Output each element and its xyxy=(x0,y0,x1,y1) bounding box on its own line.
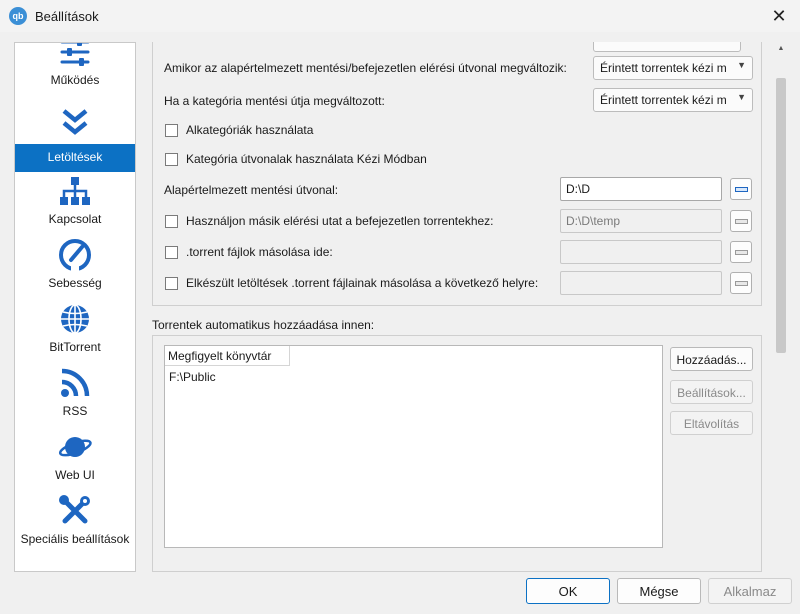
scrollbar-thumb[interactable] xyxy=(776,78,786,353)
checkbox-label: Kategória útvonalak használata Kézi Módb… xyxy=(186,152,427,166)
checkbox[interactable] xyxy=(165,276,178,290)
sidebar-item-label: Speciális beállítások xyxy=(20,532,130,546)
chevron-down-icon: ▼ xyxy=(737,92,746,102)
folder-browse-icon xyxy=(734,280,748,286)
cancel-button[interactable]: Mégse xyxy=(617,578,701,604)
default-save-path-input[interactable]: D:\D xyxy=(560,177,722,201)
sidebar-item-behavior[interactable]: Működés xyxy=(15,43,135,99)
checkbox[interactable] xyxy=(165,245,178,259)
category-path-changed-label: Ha a kategória mentési útja megváltozott… xyxy=(164,94,385,108)
sidebar-item-label: BitTorrent xyxy=(49,340,101,354)
combo-value: Érintett torrentek kézi m xyxy=(600,61,727,75)
double-chevron-down-icon xyxy=(58,106,92,140)
window-title: Beállítások xyxy=(35,8,99,24)
close-icon[interactable]: ✕ xyxy=(768,5,790,27)
browse-default-save-path-button[interactable] xyxy=(730,178,752,200)
category-paths-manual-checkbox[interactable]: Kategória útvonalak használata Kézi Módb… xyxy=(165,152,427,166)
sidebar-item-label: Működés xyxy=(50,73,100,87)
checkbox[interactable] xyxy=(165,152,178,166)
checkbox[interactable] xyxy=(165,123,178,137)
checkbox-label: Elkészült letöltések .torrent fájlainak … xyxy=(186,276,539,290)
sidebar-item-speed[interactable]: Sebesség xyxy=(15,238,135,302)
torrent-mode-combo-partial[interactable] xyxy=(593,42,741,52)
speedometer-icon xyxy=(58,238,92,272)
folder-browse-icon xyxy=(734,249,748,255)
incomplete-path-input[interactable]: D:\D\temp xyxy=(560,209,722,233)
auto-add-group: Megfigyelt könyvtár F:\Public Hozzáadás.… xyxy=(152,335,762,572)
default-save-path-label: Alapértelmezett mentési útvonal: xyxy=(164,183,339,197)
network-icon xyxy=(58,174,92,208)
sidebar-item-bittorrent[interactable]: BitTorrent xyxy=(15,302,135,366)
default-path-changed-label: Amikor az alapértelmezett mentési/befeje… xyxy=(164,61,567,75)
title-bar: qb Beállítások ✕ xyxy=(0,0,800,32)
sidebar-item-label: Web UI xyxy=(55,468,95,482)
combo-value: Érintett torrentek kézi m xyxy=(600,93,727,107)
sidebar-item-label: RSS xyxy=(62,404,88,418)
add-folder-button[interactable]: Hozzáadás... xyxy=(670,347,753,371)
sidebar-item-advanced[interactable]: Speciális beállítások xyxy=(15,494,135,558)
rss-icon xyxy=(58,366,92,400)
sidebar-item-downloads-selected[interactable]: Letöltések xyxy=(15,144,135,172)
sidebar-item-webui[interactable]: Web UI xyxy=(15,430,135,494)
apply-button[interactable]: Alkalmaz xyxy=(708,578,792,604)
tools-icon xyxy=(58,494,92,528)
settings-sidebar: Működés Letöltések Kapcsolat Sebesség Bi… xyxy=(14,42,136,572)
globe-icon xyxy=(58,302,92,336)
ok-button[interactable]: OK xyxy=(526,578,610,604)
incomplete-path-checkbox[interactable]: Használjon másik elérési utat a befejeze… xyxy=(165,214,494,228)
watched-folders-table[interactable]: Megfigyelt könyvtár F:\Public xyxy=(164,345,663,548)
sidebar-item-rss[interactable]: RSS xyxy=(15,366,135,430)
table-row[interactable]: F:\Public xyxy=(169,370,216,384)
folder-options-button[interactable]: Beállítások... xyxy=(670,380,753,404)
saving-management-group: Amikor az alapértelmezett mentési/befeje… xyxy=(152,42,762,306)
copy-torrent-files-checkbox[interactable]: .torrent fájlok másolása ide: xyxy=(165,245,333,259)
checkbox-label: Használjon másik elérési utat a befejeze… xyxy=(186,214,494,228)
folder-browse-icon xyxy=(734,218,748,224)
copy-finished-torrent-files-input[interactable] xyxy=(560,271,722,295)
auto-add-group-title: Torrentek automatikus hozzáadása innen: xyxy=(152,318,375,332)
scroll-up-icon[interactable]: ▲ xyxy=(776,44,786,54)
chevron-down-icon: ▼ xyxy=(737,60,746,70)
default-path-changed-combo[interactable]: Érintett torrentek kézi m ▼ xyxy=(593,56,753,80)
copy-finished-torrent-files-checkbox[interactable]: Elkészült letöltések .torrent fájlainak … xyxy=(165,276,538,290)
vertical-scrollbar[interactable]: ▲ xyxy=(774,42,788,572)
use-subcategories-checkbox[interactable]: Alkategóriák használata xyxy=(165,123,313,137)
copy-torrent-files-input[interactable] xyxy=(560,240,722,264)
browse-incomplete-path-button[interactable] xyxy=(730,210,752,232)
folder-browse-icon xyxy=(734,186,748,192)
sidebar-item-label: Kapcsolat xyxy=(48,212,102,226)
qbittorrent-app-icon: qb xyxy=(9,7,27,25)
checkbox-label: .torrent fájlok másolása ide: xyxy=(186,245,333,259)
downloads-settings-panel: ▲ Amikor az alapértelmezett mentési/befe… xyxy=(142,42,788,572)
sidebar-item-connection[interactable]: Kapcsolat xyxy=(15,174,135,238)
remove-folder-button[interactable]: Eltávolítás xyxy=(670,411,753,435)
sliders-icon xyxy=(58,43,92,69)
browse-copy-torrent-files-button[interactable] xyxy=(730,241,752,263)
planet-icon xyxy=(58,430,92,464)
table-column-header[interactable]: Megfigyelt könyvtár xyxy=(165,346,290,366)
browse-copy-finished-torrent-files-button[interactable] xyxy=(730,272,752,294)
category-path-changed-combo[interactable]: Érintett torrentek kézi m ▼ xyxy=(593,88,753,112)
checkbox-label: Alkategóriák használata xyxy=(186,123,314,137)
sidebar-item-label: Letöltések xyxy=(47,150,103,164)
checkbox[interactable] xyxy=(165,214,178,228)
sidebar-item-label: Sebesség xyxy=(48,276,102,290)
